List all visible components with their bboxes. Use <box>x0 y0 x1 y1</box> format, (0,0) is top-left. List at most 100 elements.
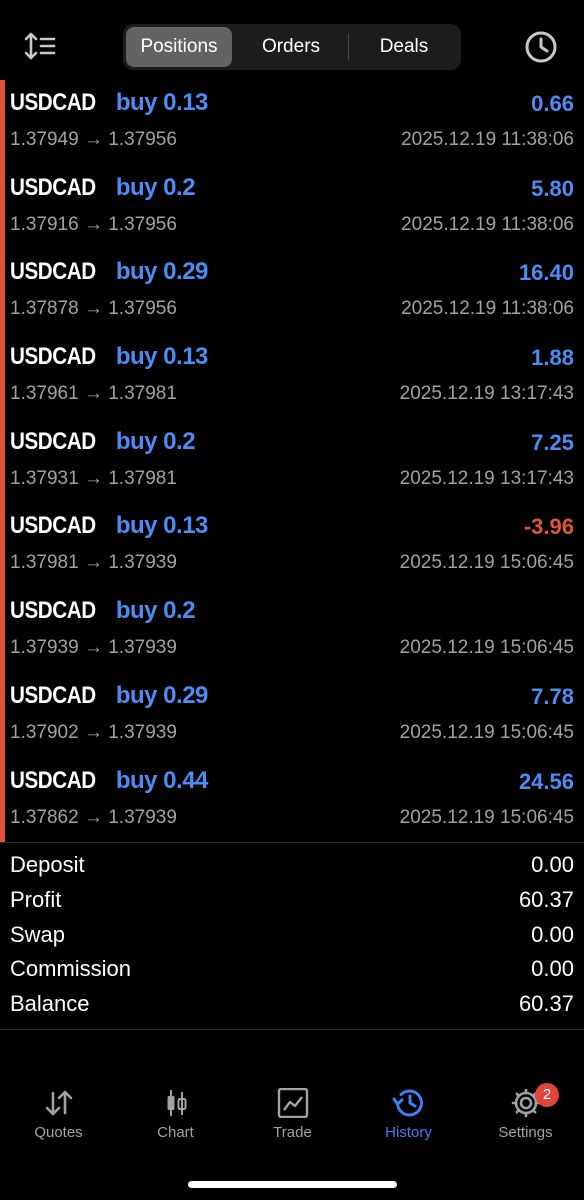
tab-deals[interactable]: Deals <box>350 27 458 67</box>
deal-time: 2025.12.19 11:38:06 <box>401 298 574 320</box>
summary-label: Commission <box>10 956 132 982</box>
deal-type-volume: buy 0.13 <box>115 512 209 540</box>
summary-label: Balance <box>10 991 90 1017</box>
deal-row[interactable]: USDCAD buy 0.13 1.88 1.37961 → 1.37981 2025… <box>0 334 584 419</box>
summary-row-balance: Balance 60.37 <box>0 987 584 1022</box>
nav-label: Quotes <box>34 1124 83 1141</box>
deal-symbol-trade: USDCAD buy 0.29 <box>10 682 208 710</box>
deal-type-volume: buy 0.13 <box>115 343 209 371</box>
deal-profit: 7.25 <box>531 429 574 455</box>
summary-value: 0.00 <box>531 852 574 877</box>
divider <box>0 1029 584 1030</box>
summary-value: 60.37 <box>518 886 574 912</box>
deal-symbol-trade: USDCAD buy 0.2 <box>10 427 196 456</box>
deal-price: 1.37939 → 1.37939 <box>10 637 177 659</box>
deal-profit: 5.80 <box>531 175 574 201</box>
deal-symbol-trade: USDCAD buy 0.2 <box>10 597 196 625</box>
clock-icon[interactable] <box>522 28 560 66</box>
deal-symbol: USDCAD <box>10 343 96 371</box>
summary-label: Deposit <box>10 852 85 877</box>
deal-symbol-trade: USDCAD buy 0.13 <box>10 89 208 117</box>
tab-orders[interactable]: Orders <box>235 27 347 67</box>
deal-time: 2025.12.19 15:06:45 <box>399 637 574 659</box>
divider <box>0 842 584 843</box>
view-segmented-control: Positions Orders Deals <box>123 24 461 70</box>
deal-type-volume: buy 0.2 <box>115 597 196 625</box>
deal-symbol-trade: USDCAD buy 0.44 <box>10 767 208 795</box>
notification-badge: 2 <box>535 1083 559 1107</box>
summary-row-swap: Swap 0.00 <box>0 918 584 953</box>
bottom-tab-bar: Quotes Chart Trade History Settings 2 <box>0 1078 584 1168</box>
segment-divider <box>348 34 349 60</box>
deal-symbol: USDCAD <box>10 89 96 116</box>
deal-profit: 0.66 <box>531 91 574 116</box>
deal-price: 1.37961 → 1.37981 <box>10 383 177 405</box>
deal-row[interactable]: USDCAD buy 0.29 7.78 1.37902 → 1.37939 2025… <box>0 673 584 758</box>
home-indicator[interactable] <box>188 1181 397 1188</box>
deals-list: USDCAD buy 0.13 0.66 1.37949 → 1.37956 2025… <box>0 80 584 842</box>
nav-label: History <box>385 1124 432 1141</box>
nav-trade[interactable]: Trade <box>234 1078 351 1158</box>
deal-symbol: USDCAD <box>10 512 96 540</box>
deal-time: 2025.12.19 15:06:45 <box>399 806 574 828</box>
deal-profit: 24.56 <box>518 768 574 794</box>
deal-row[interactable]: USDCAD buy 0.44 24.56 1.37862 → 1.37939 202… <box>0 758 584 843</box>
deal-symbol: USDCAD <box>10 681 96 709</box>
summary-label: Swap <box>10 921 66 947</box>
deal-price: 1.37949 → 1.37956 <box>10 129 177 150</box>
deal-type-volume: buy 0.44 <box>115 766 209 794</box>
deal-type-volume: buy 0.13 <box>115 89 209 116</box>
summary-value: 60.37 <box>518 991 574 1017</box>
deal-time: 2025.12.19 13:17:43 <box>399 383 574 405</box>
deal-row[interactable]: USDCAD buy 0.13 0.66 1.37949 → 1.37956 2025… <box>0 80 584 165</box>
nav-chart[interactable]: Chart <box>117 1078 234 1158</box>
nav-label: Settings <box>498 1124 553 1141</box>
deal-symbol: USDCAD <box>10 258 96 286</box>
nav-settings[interactable]: Settings 2 <box>467 1078 584 1158</box>
deal-price: 1.37981 → 1.37939 <box>10 552 177 574</box>
summary-row-deposit: Deposit 0.00 <box>0 848 584 883</box>
deal-row[interactable]: USDCAD buy 0.2 1.37939 → 1.37939 2025.12.1… <box>0 588 584 673</box>
nav-quotes[interactable]: Quotes <box>0 1078 117 1158</box>
deal-row[interactable]: USDCAD buy 0.2 5.80 1.37916 → 1.37956 2025.… <box>0 165 584 250</box>
deal-row[interactable]: USDCAD buy 0.2 7.25 1.37931 → 1.37981 2025.… <box>0 419 584 504</box>
summary-row-profit: Profit 60.37 <box>0 883 584 918</box>
deal-type-volume: buy 0.29 <box>115 681 209 709</box>
deal-profit: 7.78 <box>531 683 574 709</box>
tab-positions[interactable]: Positions <box>126 27 232 67</box>
summary-value: 0.00 <box>531 956 574 982</box>
deal-symbol-trade: USDCAD buy 0.13 <box>10 343 208 371</box>
deal-profit: -3.96 <box>523 514 574 540</box>
top-bar: Positions Orders Deals <box>0 0 584 80</box>
deal-time: 2025.12.19 15:06:45 <box>399 552 574 574</box>
deal-price: 1.37902 → 1.37939 <box>10 721 177 743</box>
summary-value: 0.00 <box>531 921 574 947</box>
chart-icon <box>167 1090 186 1116</box>
deal-type-volume: buy 0.29 <box>115 258 209 286</box>
trade-icon <box>277 1088 308 1118</box>
deal-price: 1.37931 → 1.37981 <box>10 467 177 489</box>
deal-symbol-trade: USDCAD buy 0.2 <box>10 173 196 202</box>
sort-icon[interactable] <box>22 28 60 64</box>
deal-symbol: USDCAD <box>10 597 96 625</box>
deal-type-volume: buy 0.2 <box>115 427 196 455</box>
deal-profit: 16.40 <box>518 260 574 286</box>
deal-type-volume: buy 0.2 <box>115 173 196 201</box>
deal-symbol: USDCAD <box>10 173 96 201</box>
summary-label: Profit <box>10 886 62 912</box>
deal-time: 2025.12.19 15:06:45 <box>399 721 574 743</box>
deal-price: 1.37916 → 1.37956 <box>10 213 177 235</box>
deal-row[interactable]: USDCAD buy 0.13 -3.96 1.37981 → 1.37939 202… <box>0 503 584 588</box>
deal-row[interactable]: USDCAD buy 0.29 16.40 1.37878 → 1.37956 202… <box>0 249 584 334</box>
nav-label: Trade <box>273 1124 312 1141</box>
deal-symbol-trade: USDCAD buy 0.29 <box>10 258 208 286</box>
deal-profit: 1.88 <box>531 345 574 371</box>
deal-symbol-trade: USDCAD buy 0.13 <box>10 512 208 540</box>
deal-time: 2025.12.19 11:38:06 <box>401 129 574 150</box>
deal-time: 2025.12.19 11:38:06 <box>401 213 574 235</box>
summary-panel: Deposit 0.00 Profit 60.37 Swap 0.00 Comm… <box>0 848 584 1022</box>
nav-label: Chart <box>157 1124 194 1141</box>
nav-history[interactable]: History <box>350 1078 467 1158</box>
history-icon <box>392 1089 423 1117</box>
quotes-icon <box>45 1090 72 1116</box>
